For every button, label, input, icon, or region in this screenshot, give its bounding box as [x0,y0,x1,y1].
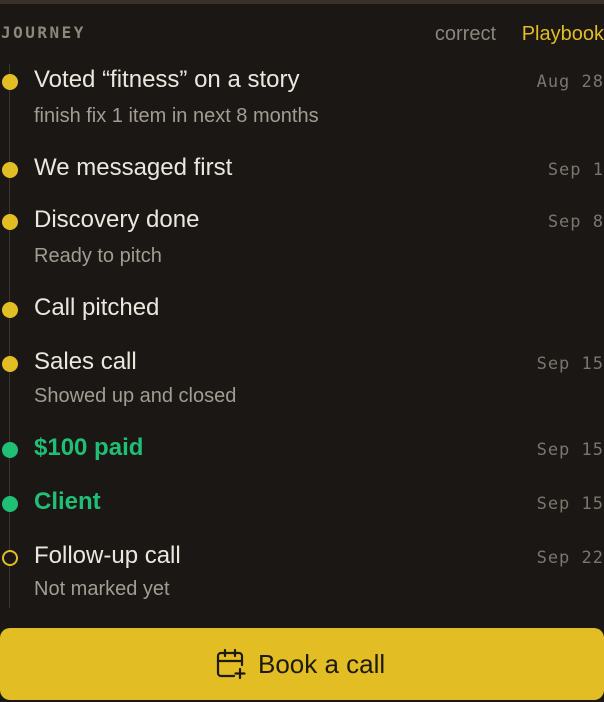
event-subtitle: finish fix 1 item in next 8 months [34,105,319,127]
journey-header: JOURNEY correct Playbook [0,20,604,50]
timeline-line [9,64,10,608]
event-date: Sep 15 [536,440,604,460]
event-title: Discovery done [34,206,200,233]
event-date: Sep 15 [536,494,604,514]
status-dot-pending [2,550,18,566]
event-title: Voted “fitness” on a story [34,66,300,93]
book-call-label: Book a call [258,648,386,679]
event-title: We messaged first [34,154,233,181]
top-border [0,0,604,4]
event-title: Sales call [34,348,137,375]
event-title: $100 paid [34,434,144,461]
event-date: Aug 28 [536,72,604,92]
event-title: Call pitched [34,294,160,321]
event-title: Client [34,488,101,515]
status-dot [2,162,18,178]
status-dot [2,356,18,372]
status-dot [2,496,18,512]
event-date: Sep 22 [536,548,604,568]
status-dot [2,442,18,458]
event-subtitle: Not marked yet [34,578,170,600]
status-dot [2,302,18,318]
event-date: Sep 8 [547,212,604,232]
playbook-link[interactable]: Playbook [522,23,604,46]
status-dot [2,214,18,230]
calendar-plus-icon [216,648,246,680]
event-subtitle: Ready to pitch [34,245,162,267]
book-call-button[interactable]: Book a call [0,628,604,700]
event-subtitle: Showed up and closed [34,385,237,407]
book-call-content: Book a call [216,648,385,680]
event-title: Follow-up call [34,542,181,569]
event-date: Sep 1 [547,160,604,180]
correct-link[interactable]: correct [435,23,496,46]
status-dot [2,74,18,90]
section-title: JOURNEY [1,23,86,42]
event-date: Sep 15 [536,354,604,374]
